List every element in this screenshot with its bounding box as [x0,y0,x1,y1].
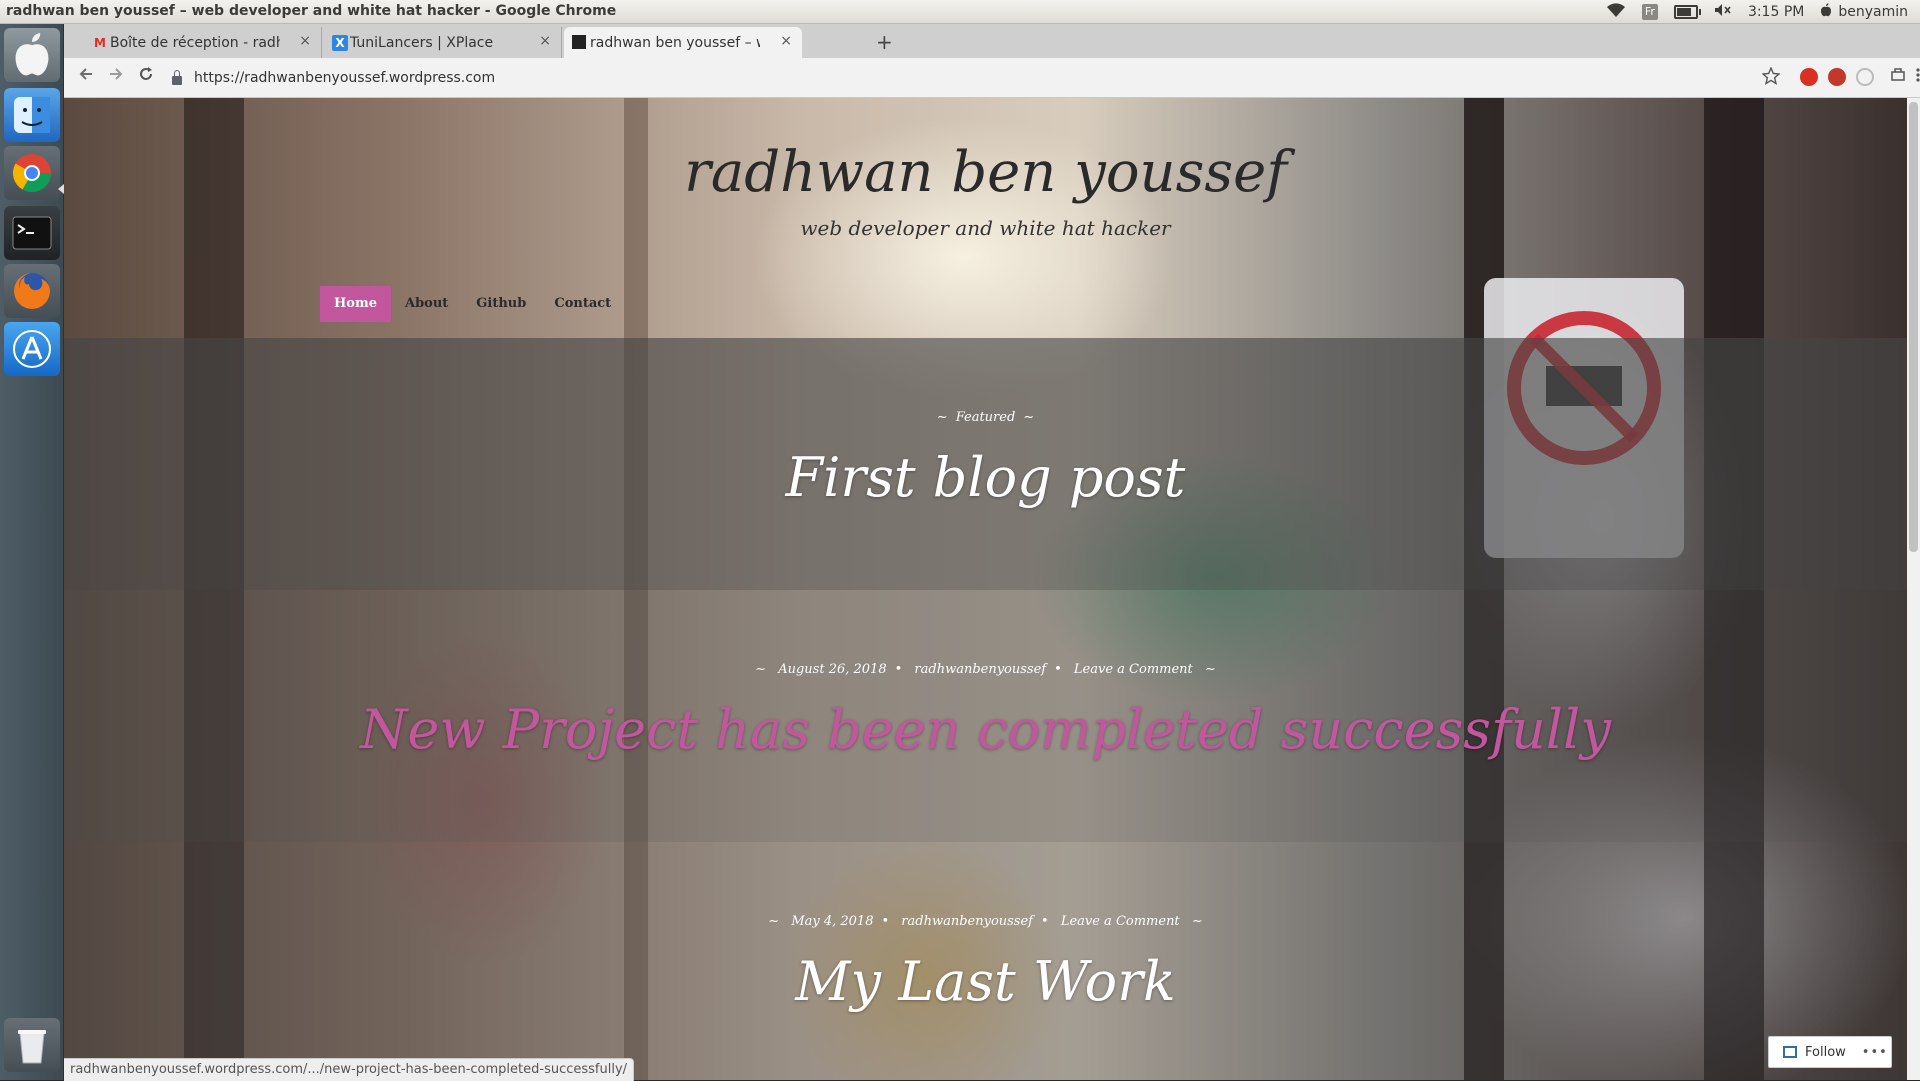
tab-radhwan-site[interactable]: radhwan ben youssef – web developer × [564,27,802,58]
new-tab-button[interactable]: + [876,30,893,54]
scrollbar-thumb[interactable] [1909,102,1918,552]
post-meta: ~ August 26, 2018 • radhwanbenyoussef • Le… [755,662,1216,677]
post-title[interactable]: New Project has been completed successfu… [64,698,1907,761]
extension-generic-icon[interactable] [1856,68,1874,86]
back-icon[interactable] [78,66,94,87]
user-menu[interactable]: benyamin [1820,3,1908,21]
firefox-icon[interactable] [4,264,60,318]
nav-item-home[interactable]: Home [320,286,391,322]
menu-kebab-icon[interactable] [1898,67,1920,88]
apple-menu-icon [1820,3,1832,21]
gmail-icon: M [94,36,106,50]
featured-label: Featured [955,410,1016,425]
post-title[interactable]: First blog post [64,446,1907,509]
tab-title: TuniLancers | XPlace [350,34,494,51]
reload-icon[interactable] [138,66,154,87]
post-date[interactable]: August 26, 2018 [778,662,886,677]
post-author[interactable]: radhwanbenyoussef [914,662,1046,677]
main-navigation: Home About Github Contact [320,286,625,322]
post-last-work: ~ May 4, 2018 • radhwanbenyoussef • Leave … [64,842,1907,1080]
site-title[interactable]: radhwan ben youssef [64,140,1907,205]
nav-item-about[interactable]: About [391,286,462,322]
wifi-icon[interactable] [1606,2,1626,22]
nav-item-github[interactable]: Github [462,286,540,322]
bookmark-star-icon[interactable] [1761,66,1781,90]
extension-ublock-icon[interactable] [1828,68,1846,86]
post-meta: ~ Featured ~ [936,410,1035,425]
browser-toolbar: https://radhwanbenyoussef.wordpress.com [64,58,1920,98]
site-header: radhwan ben youssef web developer and wh… [64,98,1907,338]
tab-title: radhwan ben youssef – web developer [590,34,760,51]
user-name: benyamin [1838,4,1908,20]
app-store-icon[interactable] [4,322,60,376]
close-icon[interactable]: × [539,33,551,49]
follow-label: Follow [1805,1044,1846,1060]
battery-icon[interactable] [1673,5,1701,19]
post-date[interactable]: May 4, 2018 [791,914,873,929]
post-title[interactable]: My Last Work [64,950,1907,1013]
leave-comment-link[interactable]: Leave a Comment [1074,662,1193,677]
chrome-icon[interactable] [4,146,60,200]
extension-adblock-icon[interactable] [1800,68,1818,86]
more-options-icon[interactable]: ••• [1862,1045,1888,1060]
follow-reader-icon [1783,1046,1797,1058]
xplace-icon: X [332,35,348,51]
address-bar[interactable]: https://radhwanbenyoussef.wordpress.com [172,64,1752,92]
post-new-project: ~ August 26, 2018 • radhwanbenyoussef • Le… [64,590,1907,842]
trash-icon[interactable] [4,1018,60,1072]
system-indicators: Fr 3:15 PM benyamin [1606,0,1908,24]
launcher [0,24,64,1080]
volume-muted-icon[interactable] [1714,3,1732,21]
status-bar-url: radhwanbenyoussef.wordpress.com/.../new-… [64,1058,635,1081]
close-icon[interactable]: × [299,33,311,49]
forward-icon[interactable] [108,66,124,87]
apple-icon[interactable] [4,28,60,82]
os-top-bar: radhwan ben youssef – web developer and … [0,0,1920,24]
follow-button[interactable]: Follow ••• [1768,1036,1892,1068]
wordpress-site-icon [572,35,586,49]
window-title: radhwan ben youssef – web developer and … [6,3,617,19]
site-tagline: web developer and white hat hacker [800,216,1171,240]
tab-title: Boîte de réception - radhwanbenyoussef [110,34,280,51]
close-icon[interactable]: × [780,33,792,49]
post-author[interactable]: radhwanbenyoussef [901,914,1033,929]
post-meta: ~ May 4, 2018 • radhwanbenyoussef • Leave … [768,914,1203,929]
tab-strip: M Boîte de réception - radhwanbenyoussef… [64,24,1920,58]
terminal-icon[interactable] [4,206,60,260]
finder-icon[interactable] [4,88,60,142]
clock[interactable]: 3:15 PM [1748,4,1804,20]
url-text[interactable]: https://radhwanbenyoussef.wordpress.com [194,70,495,86]
nav-item-contact[interactable]: Contact [540,286,625,322]
leave-comment-link[interactable]: Leave a Comment [1061,914,1180,929]
keyboard-layout-icon[interactable]: Fr [1641,4,1658,20]
tab-gmail[interactable]: M Boîte de réception - radhwanbenyoussef… [84,27,322,58]
post-featured: ~ Featured ~ First blog post [64,338,1907,590]
lock-icon[interactable] [172,69,182,85]
tab-xplace[interactable]: X TuniLancers | XPlace × [324,27,562,58]
page-scrollbar[interactable] [1907,98,1920,1080]
page-viewport: radhwan ben youssef web developer and wh… [64,98,1907,1080]
